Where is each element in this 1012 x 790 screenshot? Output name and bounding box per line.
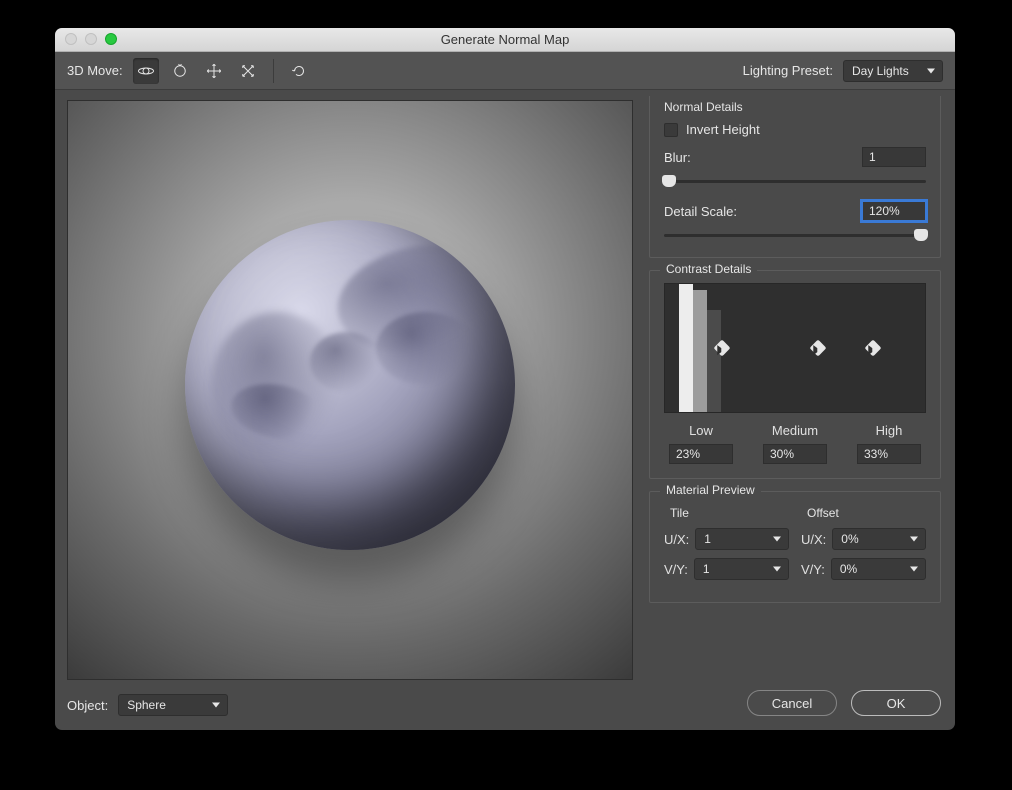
blur-input[interactable]: 1 xyxy=(862,147,926,167)
window-close-button[interactable] xyxy=(65,33,77,45)
dialog-window: Generate Normal Map 3D Move: Lighting Pr… xyxy=(55,28,955,730)
pan-tool-button[interactable] xyxy=(201,58,227,84)
tile-vy-select[interactable]: 1 xyxy=(694,558,789,580)
contrast-histogram[interactable] xyxy=(664,283,926,413)
object-value: Sphere xyxy=(127,698,166,712)
pan-icon xyxy=(205,62,223,80)
contrast-low-label: Low xyxy=(689,423,713,438)
cancel-button[interactable]: Cancel xyxy=(747,690,837,716)
material-preview-group: Material Preview Tile U/X: 1 V/Y: 1 xyxy=(649,491,941,603)
undo-icon xyxy=(290,62,308,80)
preview-sphere xyxy=(185,220,515,550)
contrast-high-input[interactable]: 33% xyxy=(857,444,921,464)
offset-vy-label: V/Y: xyxy=(801,562,825,577)
tile-ux-label: U/X: xyxy=(664,532,689,547)
preview-viewport[interactable] xyxy=(67,100,633,680)
toolbar: 3D Move: Lighting Preset: Day Lights xyxy=(55,52,955,90)
offset-vy-select[interactable]: 0% xyxy=(831,558,926,580)
slide-icon xyxy=(239,62,257,80)
contrast-medium-input[interactable]: 30% xyxy=(763,444,827,464)
ok-button[interactable]: OK xyxy=(851,690,941,716)
detail-scale-input[interactable]: 120% xyxy=(862,201,926,221)
blur-label: Blur: xyxy=(664,150,691,165)
reset-view-button[interactable] xyxy=(286,58,312,84)
tile-title: Tile xyxy=(670,506,789,520)
orbit-icon xyxy=(137,62,155,80)
offset-ux-label: U/X: xyxy=(801,532,826,547)
contrast-details-group: Contrast Details Low 23% Medium 30% xyxy=(649,270,941,479)
contrast-handle-high[interactable] xyxy=(865,340,882,357)
toolbar-separator xyxy=(273,59,274,83)
roll-tool-button[interactable] xyxy=(167,58,193,84)
normal-details-title: Normal Details xyxy=(664,100,926,114)
tile-ux-select[interactable]: 1 xyxy=(695,528,789,550)
detail-scale-slider[interactable] xyxy=(664,227,926,243)
lighting-preset-label: Lighting Preset: xyxy=(743,63,833,78)
window-minimize-button[interactable] xyxy=(85,33,97,45)
lighting-preset-value: Day Lights xyxy=(852,64,909,78)
normal-details-group: Normal Details Invert Height Blur: 1 Det… xyxy=(649,96,941,258)
object-select[interactable]: Sphere xyxy=(118,694,228,716)
window-zoom-button[interactable] xyxy=(105,33,117,45)
offset-title: Offset xyxy=(807,506,926,520)
invert-height-checkbox[interactable] xyxy=(664,123,678,137)
offset-ux-select[interactable]: 0% xyxy=(832,528,926,550)
detail-scale-slider-thumb[interactable] xyxy=(914,229,928,241)
contrast-low-input[interactable]: 23% xyxy=(669,444,733,464)
blur-slider[interactable] xyxy=(664,173,926,189)
invert-height-label: Invert Height xyxy=(686,122,760,137)
contrast-handle-medium[interactable] xyxy=(810,340,827,357)
titlebar: Generate Normal Map xyxy=(55,28,955,52)
contrast-details-title: Contrast Details xyxy=(660,262,757,276)
move-label: 3D Move: xyxy=(67,63,123,78)
blur-slider-thumb[interactable] xyxy=(662,175,676,187)
slide-tool-button[interactable] xyxy=(235,58,261,84)
tile-vy-label: V/Y: xyxy=(664,562,688,577)
roll-icon xyxy=(171,62,189,80)
material-preview-title: Material Preview xyxy=(660,483,761,497)
orbit-tool-button[interactable] xyxy=(133,58,159,84)
object-label: Object: xyxy=(67,698,108,713)
detail-scale-label: Detail Scale: xyxy=(664,204,737,219)
contrast-medium-label: Medium xyxy=(772,423,818,438)
lighting-preset-select[interactable]: Day Lights xyxy=(843,60,943,82)
contrast-high-label: High xyxy=(876,423,903,438)
window-title: Generate Normal Map xyxy=(441,32,570,47)
